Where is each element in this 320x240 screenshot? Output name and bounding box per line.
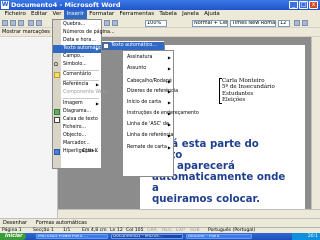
diagram-icon (54, 109, 60, 115)
autotext-submenu: Texto automático... (101, 40, 165, 50)
autotext-inicio-carta[interactable]: Início de carta ▶ (123, 99, 173, 107)
vertical-scrollbar[interactable] (311, 37, 320, 209)
bold-icon[interactable] (294, 20, 300, 26)
taskbar-paint[interactable]: untitled - Paint (186, 234, 252, 239)
submenu-arrow-icon: ▶ (167, 145, 171, 150)
reviewing-toolbar: Mostrar marcações Final (0, 28, 320, 37)
menu-editar[interactable]: Editar (28, 10, 49, 19)
menu-item-referencia[interactable]: Referência ▶ (53, 81, 101, 89)
left-panel (0, 37, 58, 218)
address-line: 5º de Insecundário (222, 84, 275, 91)
menu-bar: Ficheiro Editar Ver Inserir Formatar Fer… (0, 10, 320, 19)
menu-janela[interactable]: Janela (180, 10, 202, 19)
menu-ferramentas[interactable]: Ferramentas (117, 10, 157, 19)
submenu-arrow-icon: ▶ (95, 101, 99, 106)
address-block: Carla Monteiro 5º de Insecundário Estuda… (222, 78, 275, 104)
word-window: W Documento4 - Microsoft Word _ □ x Fich… (0, 0, 320, 240)
font-size-field[interactable]: 12 (278, 20, 290, 27)
maximize-button[interactable]: □ (299, 1, 308, 9)
hyperlink-icon (54, 149, 60, 155)
word-document-icon: W (1, 1, 9, 9)
menu-ajuda[interactable]: Ajuda (201, 10, 222, 19)
autotext-assinatura[interactable]: Assinatura ▶ (123, 54, 173, 62)
address-line: Eleições (222, 97, 246, 104)
autotext-linha-referencia[interactable]: Linha de referência ▶ (123, 132, 173, 140)
menu-item-texto-automatico[interactable]: Texto automático ▶ (53, 45, 104, 53)
submenu-arrow-icon: ▶ (95, 82, 99, 87)
taskbar-powerpoint[interactable]: Microsoft PowerPoint ... (36, 234, 108, 239)
omega-icon: Ω (54, 62, 58, 68)
horizontal-scrollbar[interactable] (58, 209, 320, 218)
submenu-arrow-icon: ▶ (167, 100, 171, 105)
style-field[interactable]: Normal + Centra (192, 20, 228, 27)
autotext-remate-carta[interactable]: Remate de carta ▶ (123, 144, 173, 152)
submenu-arrow-icon: ▶ (167, 111, 171, 116)
autotext-linha-asc[interactable]: Linha de 'ASC' de ▶ (123, 121, 173, 129)
menu-item-simbolo[interactable]: Ω Símbolo... (53, 61, 101, 69)
undo-icon[interactable] (104, 20, 110, 26)
submenu-arrow-icon: ▶ (95, 46, 99, 51)
italic-icon[interactable] (302, 20, 308, 26)
save-icon[interactable] (18, 20, 24, 26)
autotext-list: Assinatura ▶ Assunto ▶ Cabeçalho/Rodapé ▶ D… (122, 50, 199, 177)
menu-item-marcador[interactable]: Marcador... (53, 140, 101, 148)
menu-item-texto-automatico-dialog[interactable]: Texto automático... (102, 42, 164, 50)
menu-item-ficheiro[interactable]: Ficheiro... (53, 124, 101, 132)
menu-item-numeros-pagina[interactable]: Números de página... (53, 29, 115, 37)
menu-item-hiperligacao[interactable]: Hiperligação... Ctrl+K (53, 148, 101, 156)
menu-item-componente-web[interactable]: Componente Web... (53, 89, 110, 97)
menu-ficheiro[interactable]: Ficheiro (2, 10, 28, 19)
menu-item-campo[interactable]: Campo... (53, 53, 101, 61)
taskbar-word[interactable]: Documento1 - Micros... (111, 234, 183, 239)
submenu-arrow-icon: ▶ (167, 55, 171, 60)
shortcut-label: Ctrl+K (82, 149, 98, 154)
standard-toolbar: 100% Normal + Centra Times New Roman 12 (0, 19, 320, 28)
menu-ver[interactable]: Ver (50, 10, 64, 19)
print-icon[interactable] (28, 20, 34, 26)
submenu-arrow-icon: ▶ (167, 79, 171, 84)
menu-separator (63, 98, 99, 99)
new-document-icon[interactable] (2, 20, 8, 26)
autotext-instrucoes-enderecamento[interactable]: Instruções de endereçamento ▶ (123, 110, 199, 118)
menu-inserir[interactable]: Inserir (64, 10, 87, 19)
spellcheck-icon[interactable] (36, 20, 42, 26)
insert-menu: Quebra... Números de página... Data e ho… (52, 19, 115, 169)
submenu-arrow-icon: ▶ (167, 122, 171, 127)
system-tray-clock: 20:1 (292, 233, 320, 240)
submenu-arrow-icon: ▶ (167, 66, 171, 71)
autotext-cabecalho-rodape[interactable]: Cabeçalho/Rodapé ▶ (123, 78, 173, 86)
zoom-field[interactable]: 100% (145, 20, 167, 27)
menu-item-comentario[interactable]: Comentário (53, 71, 101, 79)
callout-line: queiramos colocar. (152, 194, 260, 205)
start-button[interactable]: Iniciar (0, 233, 26, 240)
drawing-toolbar: Desenhar Formas automáticas (0, 218, 320, 227)
comment-icon (54, 72, 60, 78)
menu-item-objecto[interactable]: Objecto... (53, 132, 101, 140)
autotext-icon (103, 43, 109, 49)
font-field[interactable]: Times New Roman (230, 20, 276, 27)
autotext-dizeres-referencia[interactable]: Dizeres de referência ▶ (123, 88, 178, 96)
title-bar: W Documento4 - Microsoft Word _ □ x (0, 0, 320, 10)
submenu-arrow-icon: ▶ (167, 89, 171, 94)
open-icon[interactable] (10, 20, 16, 26)
menu-item-data-hora[interactable]: Data e hora... (53, 37, 101, 45)
autotext-assunto[interactable]: Assunto ▶ (123, 65, 173, 73)
close-button[interactable]: x (309, 1, 318, 9)
menu-item-quebra[interactable]: Quebra... (53, 21, 101, 29)
menu-item-imagem[interactable]: Imagem ▶ (53, 100, 101, 108)
submenu-arrow-icon: ▶ (167, 133, 171, 138)
text-box-icon (54, 117, 60, 123)
taskbar: Iniciar Microsoft PowerPoint ... Documen… (0, 233, 320, 240)
menu-item-caixa-texto[interactable]: Caixa de texto (53, 116, 101, 124)
menu-item-diagrama[interactable]: Diagrama... (53, 108, 101, 116)
menu-formatar[interactable]: Formatar (87, 10, 117, 19)
minimize-button[interactable]: _ (289, 1, 298, 9)
window-title: Documento4 - Microsoft Word (11, 1, 121, 9)
redo-icon[interactable] (112, 20, 118, 26)
menu-tabela[interactable]: Tabela (157, 10, 180, 19)
